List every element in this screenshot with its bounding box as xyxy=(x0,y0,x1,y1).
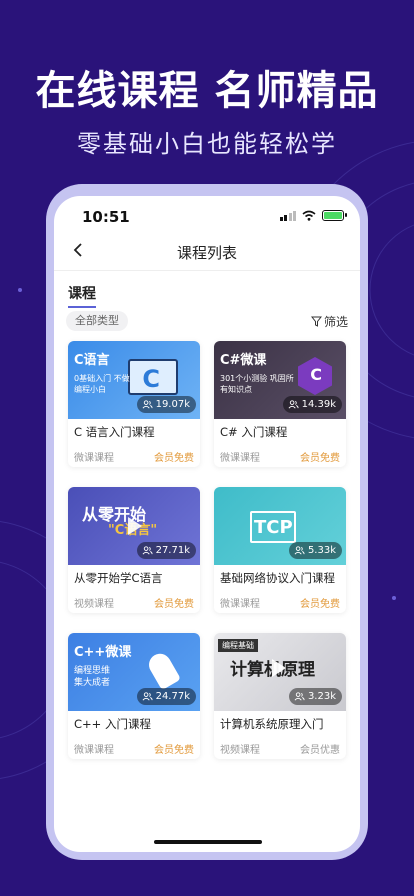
battery-icon xyxy=(322,210,347,221)
thumb-title: C#微课 xyxy=(220,353,267,368)
thumb-title: C语言 xyxy=(74,353,110,368)
view-count: 19.07k xyxy=(155,399,190,410)
section-title: 课程 xyxy=(68,283,96,308)
filter-row: 全部类型 筛选 xyxy=(54,307,360,337)
course-price: 会员免费 xyxy=(154,599,194,610)
course-title: 基础网络协议入门课程 xyxy=(220,571,335,585)
course-card[interactable]: TCP 5.33k 基础网络协议入门课程 微课课程 会员免费 xyxy=(214,487,346,613)
course-title: C++ 入门课程 xyxy=(74,717,151,731)
course-thumbnail: 编程基础 计算机原理 3.23k xyxy=(214,633,346,711)
course-price: 会员免费 xyxy=(300,453,340,464)
course-title: C# 入门课程 xyxy=(220,425,288,439)
thumb-title: C++微课 xyxy=(74,645,132,660)
thumb-desc: 编程思维 集大成者 xyxy=(74,666,111,688)
course-card[interactable]: C C#微课 301个小测验 巩固所有知识点 14.39k C# 入门课程 微课… xyxy=(214,341,346,467)
thumb-desc: 编程基础 xyxy=(218,639,258,652)
view-count: 3.23k xyxy=(307,691,336,702)
view-count-badge: 19.07k xyxy=(136,396,196,413)
view-count-badge: 27.71k xyxy=(136,542,196,559)
course-title: 从零开始学C语言 xyxy=(74,571,163,585)
course-title: C 语言入门课程 xyxy=(74,425,155,439)
course-type: 微课课程 xyxy=(74,745,114,756)
phone-screen: 10:51 课程列表 课程 全部类型 筛选 C C语言 0基础入门 不做编程小白… xyxy=(54,196,360,852)
promo-subline: 零基础小白也能轻松学 xyxy=(77,130,337,158)
course-card[interactable]: C++微课 编程思维 集大成者 24.77k C++ 入门课程 微课课程 会员免… xyxy=(68,633,200,759)
view-count-badge: 14.39k xyxy=(282,396,342,413)
course-card[interactable]: 编程基础 计算机原理 3.23k 计算机系统原理入门 视频课程 会员优惠 xyxy=(214,633,346,759)
view-count: 24.77k xyxy=(155,691,190,702)
course-price: 会员免费 xyxy=(154,453,194,464)
funnel-icon xyxy=(310,316,322,327)
users-icon xyxy=(142,546,153,555)
course-meta: 微课课程 会员免费 xyxy=(68,741,200,756)
thumb-desc: 301个小测验 巩固所有知识点 xyxy=(220,374,294,394)
course-meta: 微课课程 会员免费 xyxy=(214,449,346,464)
promo-headline: 在线课程 名师精品 xyxy=(35,68,379,114)
thumb-desc: 0基础入门 不做编程小白 xyxy=(74,374,130,394)
course-title: 计算机系统原理入门 xyxy=(220,717,324,731)
status-icons xyxy=(279,210,347,221)
thumb-title: TCP xyxy=(254,517,293,538)
filter-label: 筛选 xyxy=(323,315,348,329)
nav-bar: 课程列表 xyxy=(54,238,360,270)
users-icon xyxy=(294,692,305,701)
view-count-badge: 3.23k xyxy=(288,688,342,705)
view-count-badge: 5.33k xyxy=(288,542,342,559)
course-type: 视频课程 xyxy=(74,599,114,610)
status-bar: 10:51 xyxy=(54,196,360,238)
view-count: 27.71k xyxy=(155,545,190,556)
signal-icon xyxy=(279,210,296,221)
course-meta: 视频课程 会员免费 xyxy=(68,595,200,610)
section-header: 课程 xyxy=(54,271,360,308)
users-icon xyxy=(142,400,153,409)
home-indicator[interactable] xyxy=(154,840,262,844)
type-filter-chip[interactable]: 全部类型 xyxy=(66,311,128,331)
wifi-icon xyxy=(302,210,316,221)
view-count: 5.33k xyxy=(307,545,336,556)
thumb-desc: "C语言" xyxy=(108,523,158,538)
course-type: 视频课程 xyxy=(220,745,260,756)
view-count-badge: 24.77k xyxy=(136,688,196,705)
course-thumbnail: 从零开始 "C语言" 27.71k xyxy=(68,487,200,565)
course-thumbnail: C C#微课 301个小测验 巩固所有知识点 14.39k xyxy=(214,341,346,419)
course-meta: 微课课程 会员免费 xyxy=(68,449,200,464)
course-card[interactable]: C C语言 0基础入门 不做编程小白 19.07k C 语言入门课程 微课课程 … xyxy=(68,341,200,467)
users-icon xyxy=(142,692,153,701)
course-thumbnail: C C语言 0基础入门 不做编程小白 19.07k xyxy=(68,341,200,419)
page-title: 课程列表 xyxy=(176,244,237,262)
course-price: 会员优惠 xyxy=(300,745,340,756)
course-type: 微课课程 xyxy=(74,453,114,464)
play-icon xyxy=(128,517,142,535)
course-price: 会员免费 xyxy=(154,745,194,756)
course-type: 微课课程 xyxy=(220,453,260,464)
users-icon xyxy=(288,400,299,409)
course-thumbnail: C++微课 编程思维 集大成者 24.77k xyxy=(68,633,200,711)
play-icon xyxy=(272,659,286,677)
course-card[interactable]: 从零开始 "C语言" 27.71k 从零开始学C语言 视频课程 会员免费 xyxy=(68,487,200,613)
course-thumbnail: TCP 5.33k xyxy=(214,487,346,565)
users-icon xyxy=(294,546,305,555)
filter-button[interactable]: 筛选 xyxy=(310,313,348,330)
course-type: 微课课程 xyxy=(220,599,260,610)
view-count: 14.39k xyxy=(301,399,336,410)
course-meta: 微课课程 会员免费 xyxy=(214,595,346,610)
course-meta: 视频课程 会员优惠 xyxy=(214,741,346,756)
course-price: 会员免费 xyxy=(300,599,340,610)
status-time: 10:51 xyxy=(82,208,130,226)
